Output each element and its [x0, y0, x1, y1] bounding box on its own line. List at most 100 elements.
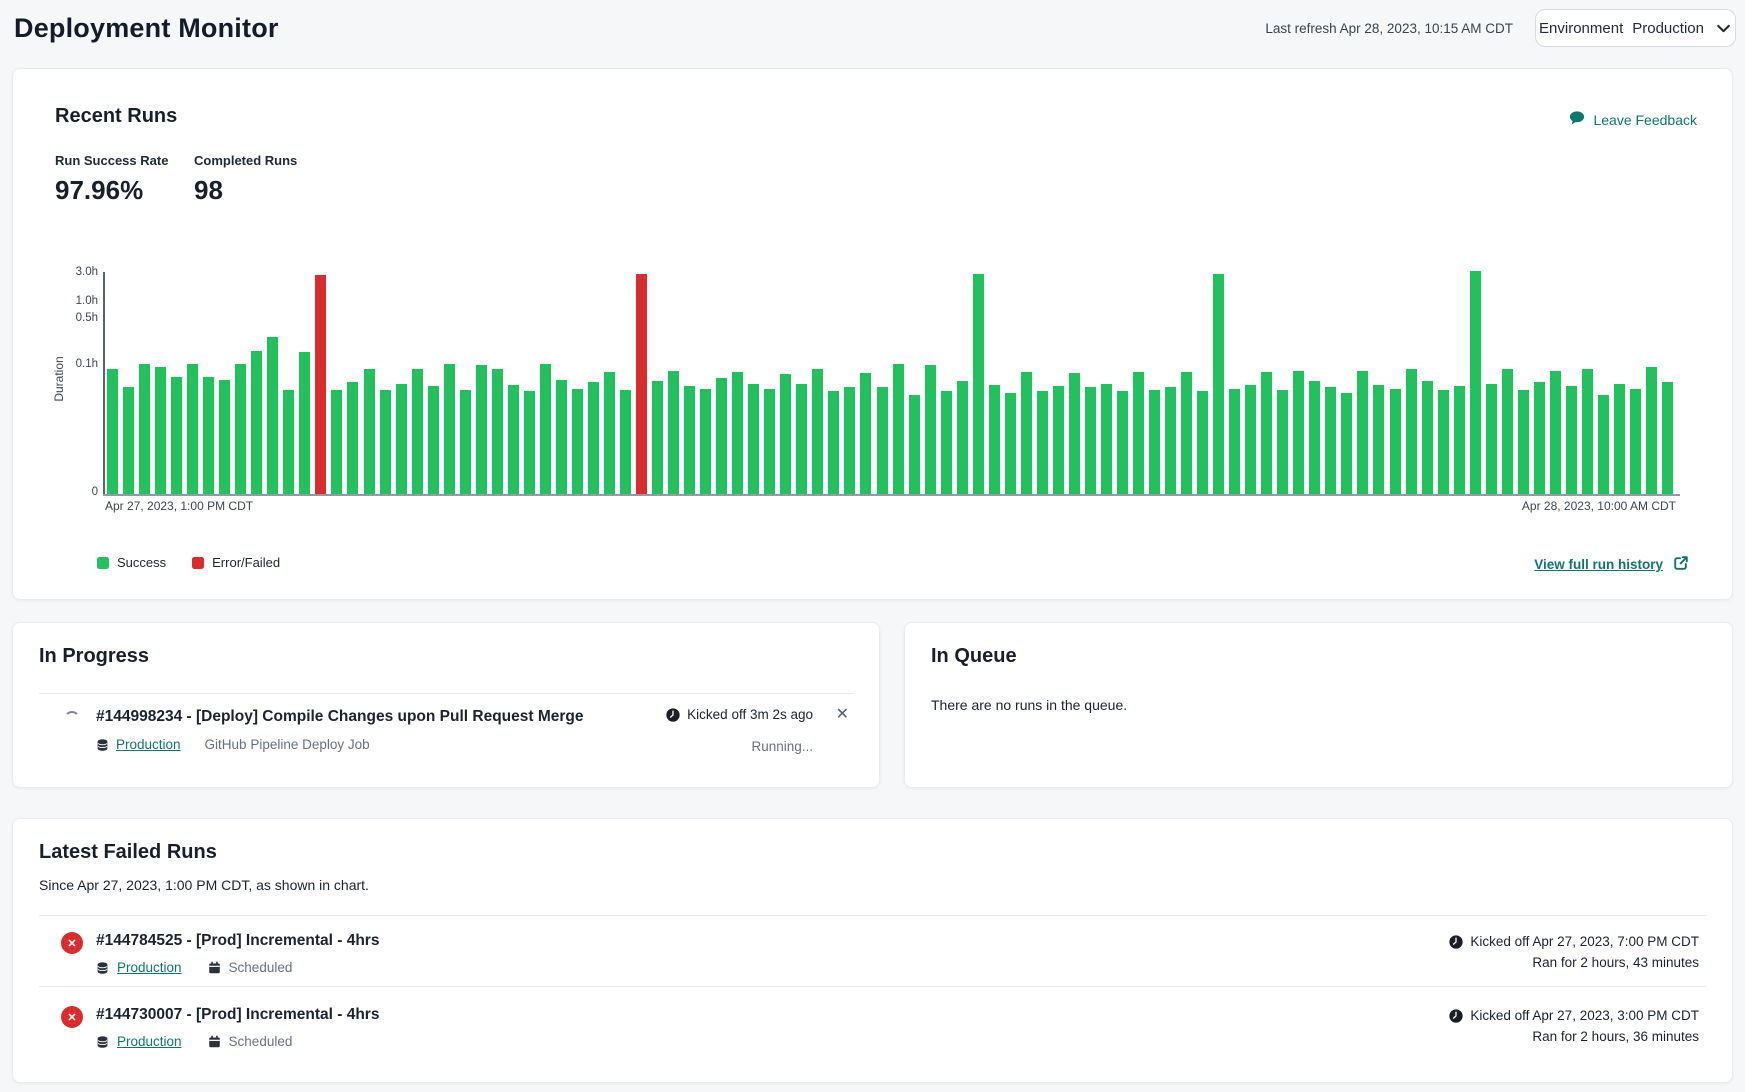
chart-bar-success[interactable]	[1614, 384, 1625, 495]
chart-bar-success[interactable]	[380, 390, 391, 494]
chart-bar-success[interactable]	[1245, 385, 1256, 494]
chart-bar-success[interactable]	[1566, 386, 1577, 494]
chart-bar-success[interactable]	[1646, 367, 1657, 494]
chart-bar-failed[interactable]	[636, 274, 647, 494]
chart-bar-success[interactable]	[107, 369, 118, 494]
environment-tag-link[interactable]: Production	[117, 960, 182, 975]
chart-bar-success[interactable]	[171, 377, 182, 494]
chart-bar-success[interactable]	[283, 390, 294, 494]
chart-bar-success[interactable]	[909, 395, 920, 494]
chart-bar-success[interactable]	[556, 380, 567, 494]
chart-bar-success[interactable]	[444, 364, 455, 494]
chart-bar-success[interactable]	[1085, 387, 1096, 494]
chart-bar-success[interactable]	[796, 384, 807, 495]
chart-bar-success[interactable]	[155, 367, 166, 494]
chart-bar-success[interactable]	[1005, 393, 1016, 494]
chart-bar-success[interactable]	[1197, 391, 1208, 494]
chart-bar-success[interactable]	[620, 390, 631, 494]
chart-bar-success[interactable]	[860, 373, 871, 494]
chart-bar-success[interactable]	[1053, 386, 1064, 494]
chart-bar-success[interactable]	[331, 390, 342, 494]
chart-bar-success[interactable]	[780, 374, 791, 494]
chart-bar-success[interactable]	[396, 384, 407, 495]
chart-bar-success[interactable]	[235, 364, 246, 494]
chart-bar-success[interactable]	[524, 391, 535, 494]
chart-bar-success[interactable]	[1213, 274, 1224, 494]
chart-bar-success[interactable]	[1534, 382, 1545, 494]
chart-bar-success[interactable]	[668, 371, 679, 495]
chart-bar-success[interactable]	[203, 377, 214, 494]
view-full-run-history-link[interactable]: View full run history	[1534, 555, 1689, 574]
chart-bar-success[interactable]	[508, 385, 519, 494]
chart-bar-success[interactable]	[812, 369, 823, 494]
chart-bar-success[interactable]	[1325, 387, 1336, 494]
chart-bar-success[interactable]	[1021, 372, 1032, 494]
chart-bar-success[interactable]	[716, 378, 727, 494]
chart-bar-success[interactable]	[973, 274, 984, 494]
chart-bar-success[interactable]	[428, 386, 439, 494]
chart-bar-success[interactable]	[877, 387, 888, 494]
chart-bar-success[interactable]	[1518, 390, 1529, 494]
chart-bar-success[interactable]	[1357, 371, 1368, 495]
chart-bar-success[interactable]	[1133, 372, 1144, 494]
close-icon[interactable]: ✕	[836, 707, 849, 723]
chart-bar-success[interactable]	[828, 391, 839, 494]
chart-bar-success[interactable]	[1277, 390, 1288, 494]
chart-bar-success[interactable]	[1373, 385, 1384, 494]
chart-bar-success[interactable]	[1582, 369, 1593, 494]
chart-bar-success[interactable]	[700, 389, 711, 494]
chart-bar-success[interactable]	[1309, 381, 1320, 494]
chart-bar-success[interactable]	[684, 386, 695, 494]
chart-bar-success[interactable]	[925, 365, 936, 494]
chart-bar-success[interactable]	[1422, 381, 1433, 494]
chart-bar-success[interactable]	[1293, 371, 1304, 495]
chart-bar-success[interactable]	[604, 372, 615, 494]
chart-bar-success[interactable]	[1261, 372, 1272, 494]
chart-bar-success[interactable]	[299, 352, 310, 494]
chart-bar-success[interactable]	[1550, 371, 1561, 495]
environment-tag-link[interactable]: Production	[116, 737, 181, 752]
environment-tag-link[interactable]: Production	[117, 1034, 182, 1049]
chart-bar-success[interactable]	[139, 364, 150, 494]
chart-bar-success[interactable]	[251, 351, 262, 494]
chart-bar-success[interactable]	[1486, 384, 1497, 495]
chart-bar-success[interactable]	[941, 391, 952, 494]
chart-bar-success[interactable]	[1229, 389, 1240, 494]
chart-bar-success[interactable]	[588, 382, 599, 494]
chart-bar-success[interactable]	[1069, 373, 1080, 494]
chart-bar-success[interactable]	[187, 364, 198, 494]
chart-bar-success[interactable]	[1149, 390, 1160, 494]
chart-bar-success[interactable]	[989, 385, 1000, 494]
chart-bar-success[interactable]	[540, 364, 551, 494]
chart-bar-success[interactable]	[732, 372, 743, 494]
chart-bar-success[interactable]	[476, 365, 487, 494]
chart-bar-success[interactable]	[652, 381, 663, 494]
chart-bar-success[interactable]	[1502, 369, 1513, 494]
chart-bar-success[interactable]	[1101, 384, 1112, 495]
chart-bar-success[interactable]	[957, 381, 968, 494]
chart-bar-success[interactable]	[1598, 395, 1609, 494]
chart-bar-success[interactable]	[492, 369, 503, 494]
chart-bar-success[interactable]	[1438, 390, 1449, 494]
chart-bar-success[interactable]	[412, 369, 423, 494]
chart-bar-success[interactable]	[1181, 372, 1192, 494]
chart-bar-success[interactable]	[748, 384, 759, 495]
chart-bar-failed[interactable]	[315, 275, 326, 494]
chart-bar-success[interactable]	[1454, 386, 1465, 494]
chart-bar-success[interactable]	[460, 390, 471, 494]
chart-bar-success[interactable]	[764, 389, 775, 494]
chart-bar-success[interactable]	[219, 380, 230, 494]
chart-bar-success[interactable]	[1406, 369, 1417, 494]
environment-dropdown[interactable]: Environment Production	[1535, 9, 1736, 47]
leave-feedback-link[interactable]: Leave Feedback	[1569, 110, 1697, 129]
chart-bar-success[interactable]	[267, 337, 278, 494]
chart-bar-success[interactable]	[1390, 389, 1401, 494]
chart-bar-success[interactable]	[347, 382, 358, 494]
chart-bar-success[interactable]	[1662, 382, 1673, 494]
chart-bar-success[interactable]	[364, 369, 375, 494]
chart-bar-success[interactable]	[1117, 391, 1128, 494]
chart-bar-success[interactable]	[1341, 393, 1352, 494]
chart-bar-success[interactable]	[572, 389, 583, 494]
chart-bar-success[interactable]	[1630, 389, 1641, 494]
chart-bar-success[interactable]	[1470, 271, 1481, 494]
